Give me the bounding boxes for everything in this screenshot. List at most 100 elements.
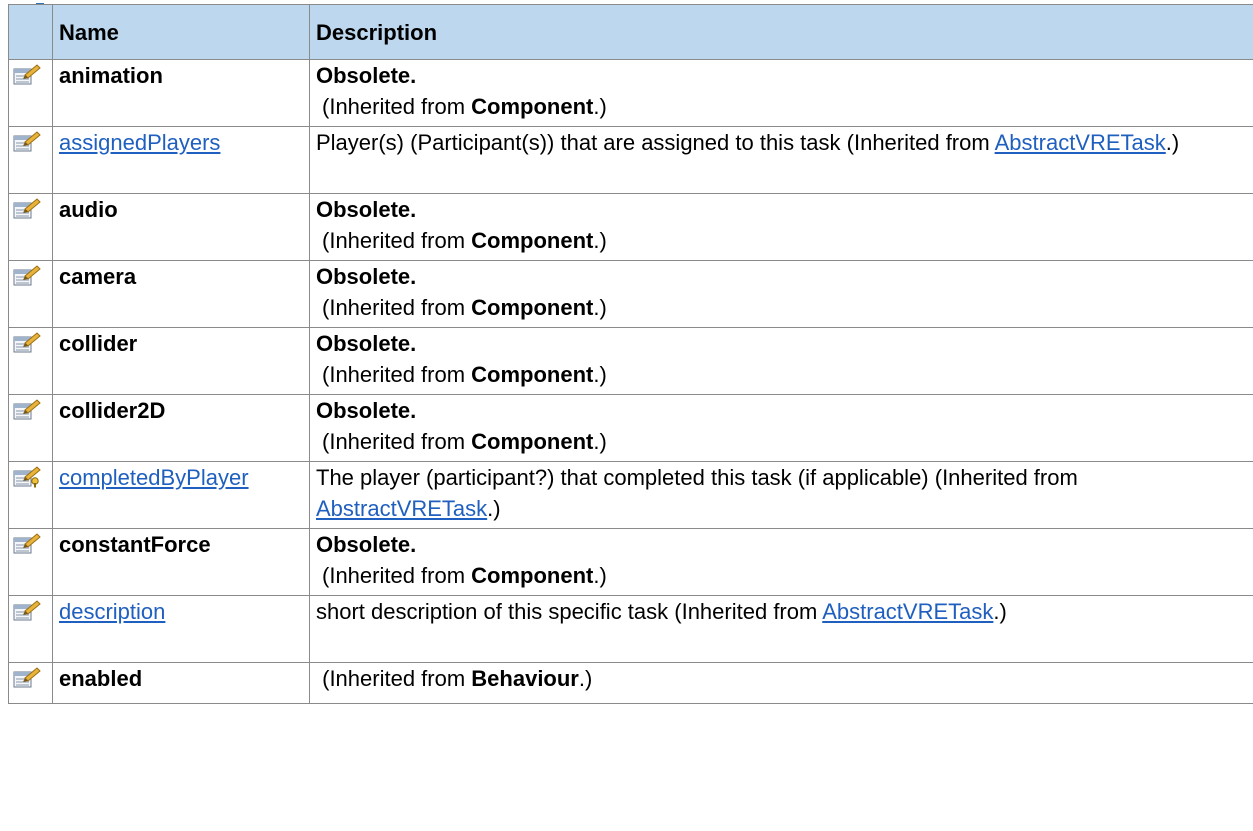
- icon-cell: [8, 595, 53, 663]
- inherited-suffix: .): [593, 563, 607, 588]
- description-cell: Obsolete. (Inherited from Component.): [309, 327, 1253, 395]
- name-cell: collider: [52, 327, 310, 395]
- member-link[interactable]: completedByPlayer: [59, 465, 249, 490]
- inherited-prefix: (Inherited from: [322, 228, 472, 253]
- inherited-from-link[interactable]: AbstractVRETask: [316, 496, 487, 521]
- obsolete-label: Obsolete.: [316, 398, 417, 423]
- inherited-prefix: (Inherited from: [322, 563, 472, 588]
- inherited-suffix: .): [593, 295, 607, 320]
- description-cell: (Inherited from Behaviour.): [309, 662, 1253, 704]
- icon-cell: [8, 327, 53, 395]
- description-cell: Obsolete. (Inherited from Component.): [309, 528, 1253, 596]
- inherited-suffix: .): [593, 362, 607, 387]
- inherited-prefix: (Inherited from: [316, 666, 472, 691]
- icon-cell: [8, 662, 53, 704]
- inherited-note: (Inherited from Component.): [316, 225, 1247, 256]
- table-row: animation Obsolete. (Inherited from Compon…: [8, 59, 1253, 127]
- inherited-from-link[interactable]: AbstractVRETask: [822, 599, 993, 624]
- inherited-source: Component: [471, 563, 594, 588]
- description-cell: Obsolete. (Inherited from Component.): [309, 394, 1253, 462]
- name-cell: completedByPlayer: [52, 461, 310, 529]
- inherited-source: Component: [471, 295, 594, 320]
- inherited-note: (Inherited from Component.): [316, 292, 1247, 323]
- inherited-suffix: .): [593, 228, 607, 253]
- inherited-suffix: .): [593, 429, 607, 454]
- member-link[interactable]: assignedPlayers: [59, 130, 220, 155]
- icon-cell: [8, 260, 53, 328]
- table-row: constantForce Obsolete. (Inherited from Co…: [8, 528, 1253, 596]
- inherited-source: Component: [471, 94, 594, 119]
- inherited-note: (Inherited from Component.): [316, 426, 1247, 457]
- member-name: collider2D: [59, 398, 166, 423]
- inherited-from-link[interactable]: AbstractVRETask: [995, 130, 1166, 155]
- obsolete-label: Obsolete.: [316, 63, 417, 88]
- inherited-source: Component: [471, 429, 594, 454]
- description-cell: Player(s) (Participant(s)) that are assi…: [309, 126, 1253, 194]
- inherited-prefix: (Inherited from: [322, 362, 472, 387]
- description-text: The player (participant?) that completed…: [316, 465, 1078, 490]
- icon-cell: [8, 461, 53, 529]
- table-row: camera Obsolete. (Inherited from Component…: [8, 260, 1253, 328]
- name-cell: animation: [52, 59, 310, 127]
- inherited-source: Component: [471, 228, 594, 253]
- icon-cell: [8, 59, 53, 127]
- inherited-suffix: .): [487, 496, 501, 521]
- name-cell: collider2D: [52, 394, 310, 462]
- property-icon: [13, 332, 52, 354]
- obsolete-label: Obsolete.: [316, 532, 417, 557]
- header-row: Name Description: [8, 4, 1253, 60]
- description-text: short description of this specific task …: [316, 599, 823, 624]
- property-icon: [13, 399, 52, 421]
- obsolete-label: Obsolete.: [316, 197, 417, 222]
- obsolete-label: Obsolete.: [316, 264, 417, 289]
- description-cell: Obsolete. (Inherited from Component.): [309, 193, 1253, 261]
- property-icon: [13, 131, 52, 153]
- name-cell: enabled: [52, 662, 310, 704]
- inherited-note: (Inherited from Component.): [316, 560, 1247, 591]
- top-strip: [0, 0, 1253, 4]
- member-name: animation: [59, 63, 163, 88]
- icon-cell: [8, 126, 53, 194]
- description-cell: The player (participant?) that completed…: [309, 461, 1253, 529]
- member-name: audio: [59, 197, 118, 222]
- description-cell: Obsolete. (Inherited from Component.): [309, 59, 1253, 127]
- inherited-suffix: .): [593, 94, 607, 119]
- table-row: assignedPlayers Player(s) (Participant(s)…: [8, 126, 1253, 194]
- description-cell: short description of this specific task …: [309, 595, 1253, 663]
- table-row: description short description of this spe…: [8, 595, 1253, 663]
- name-cell: audio: [52, 193, 310, 261]
- header-icon-cell: [8, 4, 53, 60]
- inherited-prefix: (Inherited from: [322, 94, 472, 119]
- obsolete-label: Obsolete.: [316, 331, 417, 356]
- icon-cell: [8, 394, 53, 462]
- header-description: Description: [309, 4, 1253, 60]
- inherited-source: Behaviour: [471, 666, 579, 691]
- inherited-prefix: (Inherited from: [322, 429, 472, 454]
- property-icon: [13, 600, 52, 622]
- inherited-suffix: .): [1165, 130, 1180, 155]
- inherited-suffix: .): [993, 599, 1007, 624]
- properties-table: Name Description animation Obsolete. (Inhe…: [8, 4, 1253, 704]
- property-icon: [13, 667, 52, 689]
- property-icon: [13, 64, 52, 86]
- header-name: Name: [52, 4, 310, 60]
- inherited-note: (Inherited from Component.): [316, 91, 1247, 122]
- name-cell: assignedPlayers: [52, 126, 310, 194]
- name-cell: camera: [52, 260, 310, 328]
- property-icon: [13, 198, 52, 220]
- name-cell: description: [52, 595, 310, 663]
- table-row: audio Obsolete. (Inherited from Component.…: [8, 193, 1253, 261]
- inherited-note: (Inherited from Component.): [316, 359, 1247, 390]
- name-cell: constantForce: [52, 528, 310, 596]
- description-cell: Obsolete. (Inherited from Component.): [309, 260, 1253, 328]
- table-row: collider Obsolete. (Inherited from Compone…: [8, 327, 1253, 395]
- icon-cell: [8, 528, 53, 596]
- member-name: collider: [59, 331, 138, 356]
- member-name: constantForce: [59, 532, 211, 557]
- description-text: Player(s) (Participant(s)) that are assi…: [316, 130, 995, 155]
- property-icon: [13, 533, 52, 555]
- member-link[interactable]: description: [59, 599, 165, 624]
- inherited-source: Component: [471, 362, 594, 387]
- icon-cell: [8, 193, 53, 261]
- inherited-suffix: .): [578, 666, 593, 691]
